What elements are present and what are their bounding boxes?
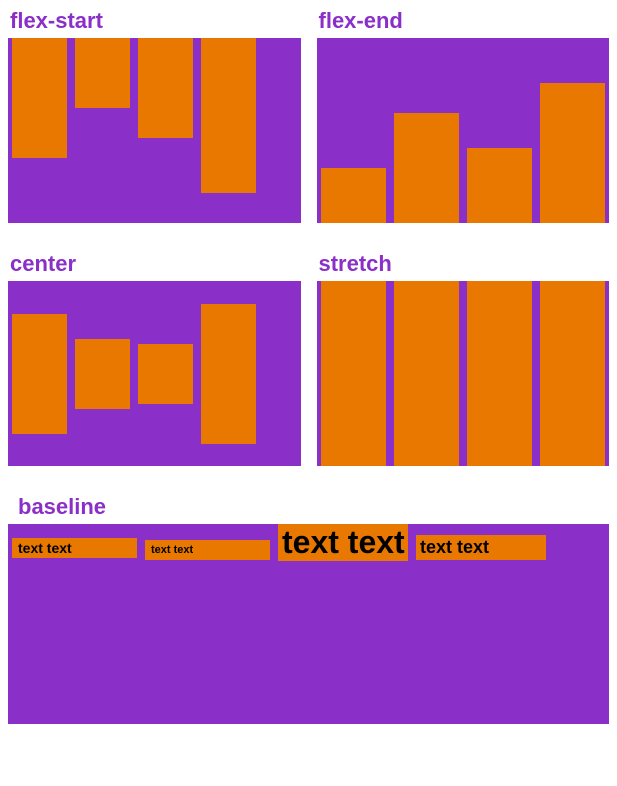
center-block-4 — [201, 304, 256, 444]
flex-start-block-1 — [12, 38, 67, 158]
baseline-text-4: text text — [416, 535, 546, 560]
flex-end-demo — [317, 38, 610, 223]
stretch-block-4 — [540, 281, 605, 466]
baseline-item-1: text text — [12, 538, 137, 558]
flex-end-block-2 — [394, 113, 459, 223]
stretch-block-2 — [394, 281, 459, 466]
baseline-text-2: text text — [145, 540, 270, 560]
baseline-text-3: text text — [278, 524, 408, 561]
baseline-item-4: text text — [416, 535, 546, 560]
baseline-text-1: text text — [12, 538, 137, 558]
flex-end-label: flex-end — [309, 0, 617, 38]
baseline-item-2: text text — [145, 540, 270, 560]
flex-start-block-2 — [75, 38, 130, 108]
stretch-block-1 — [321, 281, 386, 466]
stretch-demo — [317, 281, 610, 466]
flex-end-block-1 — [321, 168, 386, 223]
stretch-label: stretch — [309, 243, 617, 281]
flex-start-block-3 — [138, 38, 193, 138]
center-block-1 — [12, 314, 67, 434]
baseline-label: baseline — [8, 486, 609, 524]
flex-end-block-4 — [540, 83, 605, 223]
center-demo — [8, 281, 301, 466]
baseline-demo: text text text text text text text text — [8, 524, 609, 724]
stretch-block-3 — [467, 281, 532, 466]
flex-start-label: flex-start — [0, 0, 309, 38]
center-block-3 — [138, 344, 193, 404]
flex-end-block-3 — [467, 148, 532, 223]
flex-start-demo — [8, 38, 301, 223]
center-label: center — [0, 243, 309, 281]
flex-start-block-4 — [201, 38, 256, 193]
center-block-2 — [75, 339, 130, 409]
baseline-item-3: text text — [278, 524, 408, 561]
